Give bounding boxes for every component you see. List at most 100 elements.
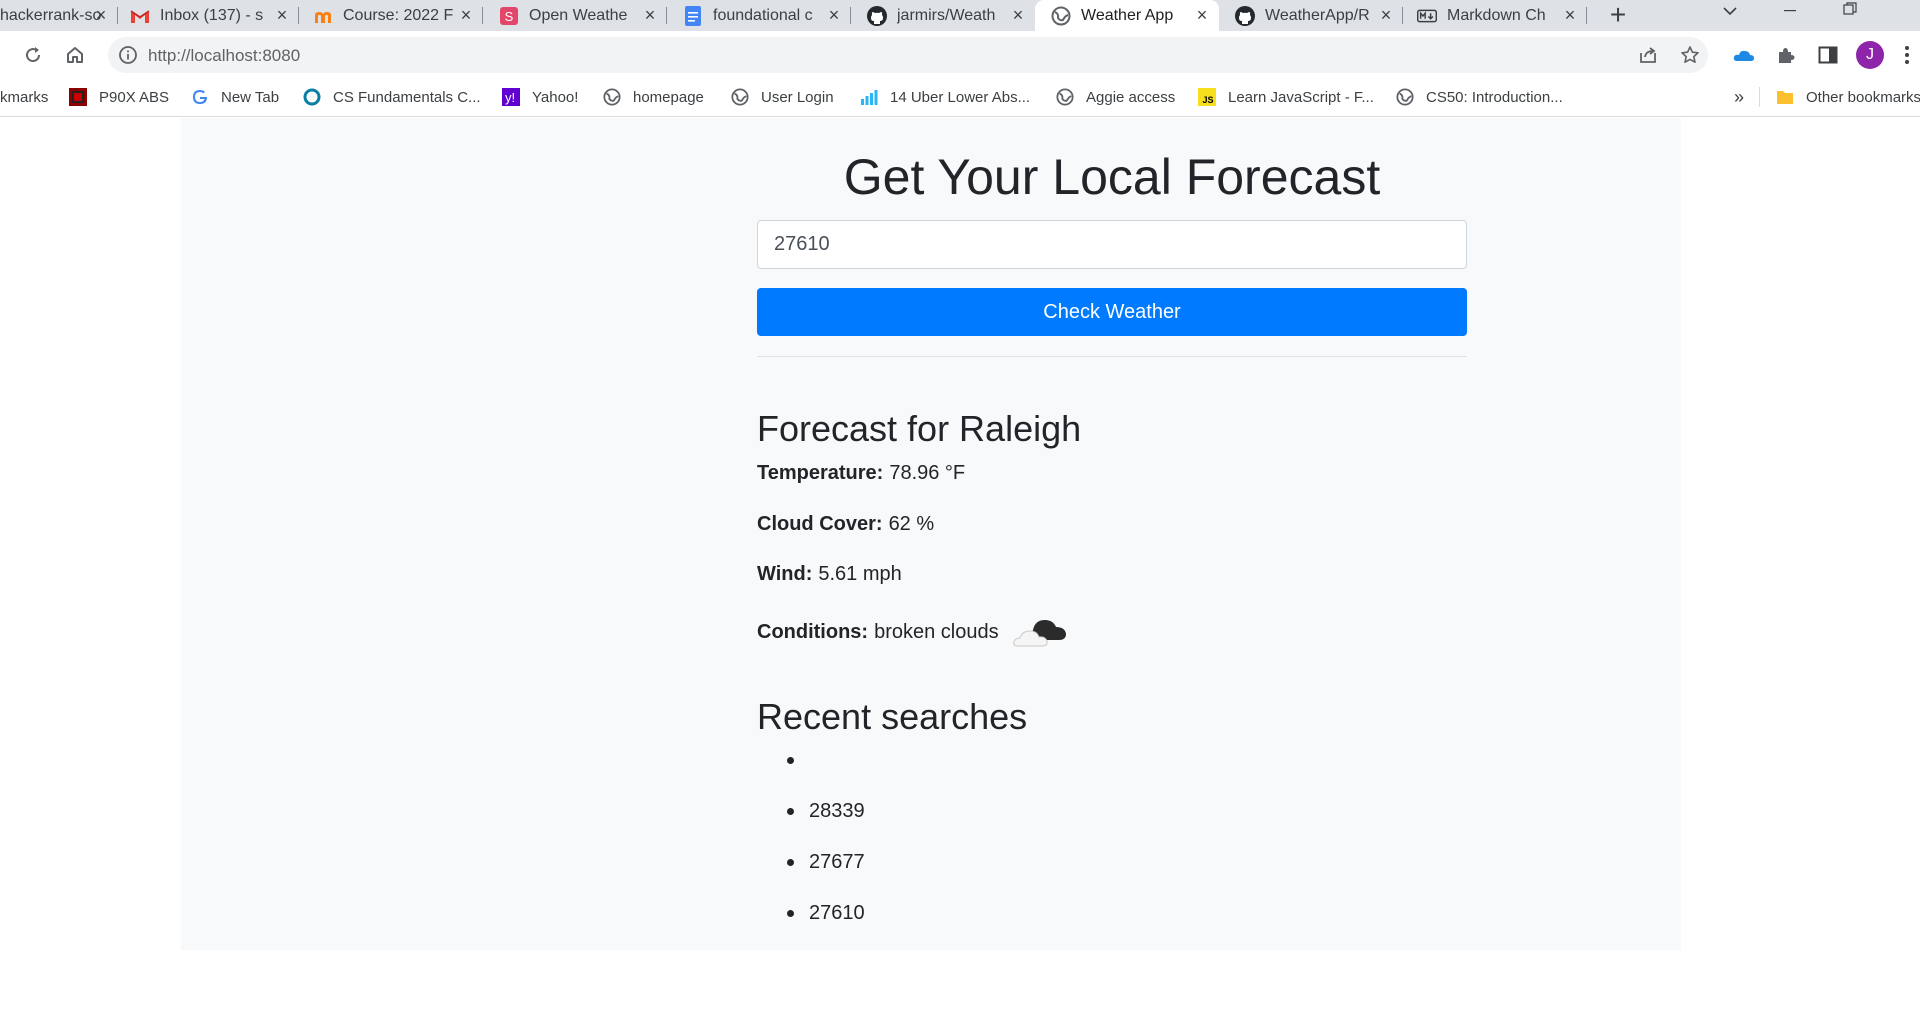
bookmark-learn-javascript[interactable]: JS Learn JavaScript - F... — [1198, 78, 1374, 116]
share-icon[interactable] — [1633, 40, 1663, 70]
bookmark-new-tab[interactable]: New Tab — [191, 78, 279, 116]
tab-close-icon[interactable]: × — [641, 6, 659, 24]
forecast-heading: Forecast for Raleigh — [757, 408, 1082, 449]
bookmark-label: Aggie access — [1086, 88, 1176, 106]
bookmark-all[interactable]: kmarks — [0, 78, 48, 116]
profile-avatar[interactable]: J — [1856, 41, 1884, 69]
wind-value: 5.61 mph — [818, 563, 902, 585]
tab-weather-app[interactable]: Weather App × — [1035, 0, 1219, 31]
bookmark-label: CS Fundamentals C... — [333, 88, 481, 106]
globe-icon — [1051, 6, 1071, 26]
yahoo-icon: y! — [502, 88, 520, 106]
temperature-value: 78.96 °F — [889, 462, 966, 484]
tab-github-jarmirs[interactable]: jarmirs/Weath × — [851, 0, 1035, 31]
tab-search-chevron-icon[interactable] — [1710, 0, 1750, 31]
bars-icon — [860, 88, 878, 106]
globe-icon — [603, 88, 621, 106]
other-bookmarks[interactable]: Other bookmarks — [1776, 78, 1920, 116]
folder-icon — [1776, 88, 1794, 106]
globe-icon — [1396, 88, 1414, 106]
bookmark-label: P90X ABS — [99, 88, 170, 106]
tab-close-icon[interactable]: × — [273, 6, 291, 24]
temperature-row: Temperature: 78.96 °F — [757, 462, 965, 485]
bookmark-aggie-access[interactable]: Aggie access — [1056, 78, 1175, 116]
circle-icon — [303, 88, 321, 106]
tab-separator — [1586, 7, 1587, 24]
app-container: Get Your Local Forecast Check Weather Fo… — [181, 118, 1681, 950]
url-text[interactable]: http://localhost:8080 — [148, 46, 300, 66]
tab-gmail[interactable]: Inbox (137) - s × — [118, 0, 299, 31]
tab-close-icon[interactable]: × — [1377, 6, 1395, 24]
bookmark-user-login[interactable]: User Login — [731, 78, 834, 116]
tab-close-icon[interactable]: × — [1009, 6, 1027, 24]
tab-openweather[interactable]: S Open Weathe × — [483, 0, 667, 31]
wind-label: Wind: — [757, 563, 813, 585]
onedrive-icon[interactable] — [1729, 40, 1759, 70]
tab-close-icon[interactable]: × — [825, 6, 843, 24]
page-viewport: Get Your Local Forecast Check Weather Fo… — [0, 118, 1920, 1020]
svg-text:S: S — [505, 9, 514, 24]
tab-strip: hackerrank-so × Inbox (137) - s × Course… — [0, 0, 1920, 31]
menu-kebab-icon[interactable] — [1897, 40, 1917, 70]
list-item[interactable]: 27610 — [757, 899, 865, 950]
bookmark-label: 14 Uber Lower Abs... — [890, 88, 1031, 106]
zip-code-input[interactable] — [757, 220, 1467, 269]
recent-searches-heading: Recent searches — [757, 696, 1028, 737]
bookmark-label: User Login — [761, 88, 834, 106]
tab-close-icon[interactable]: × — [1193, 6, 1211, 24]
gmail-icon — [130, 6, 150, 26]
more-bookmarks-chevron-icon[interactable]: » — [1734, 78, 1744, 116]
tab-github-weatherapp[interactable]: WeatherApp/R × — [1219, 0, 1403, 31]
new-tab-plus-icon[interactable]: + — [1603, 0, 1633, 31]
markdown-icon — [1417, 6, 1437, 26]
tab-course[interactable]: Course: 2022 F × — [299, 0, 483, 31]
bookmark-homepage[interactable]: homepage — [603, 78, 704, 116]
site-info-icon[interactable] — [118, 45, 138, 65]
bookmark-cs50[interactable]: CS50: Introduction... — [1396, 78, 1563, 116]
list-item[interactable]: 27677 — [757, 848, 865, 899]
cloud-cover-row: Cloud Cover: 62 % — [757, 513, 934, 536]
bookmark-label: Yahoo! — [532, 88, 579, 106]
tab-close-icon[interactable]: × — [1561, 6, 1579, 24]
bookmark-label: kmarks — [0, 88, 49, 106]
bookmark-label: homepage — [633, 88, 704, 106]
bookmark-label: New Tab — [221, 88, 280, 106]
moodle-icon — [313, 6, 333, 26]
check-weather-button[interactable]: Check Weather — [757, 288, 1467, 336]
bookmark-star-icon[interactable] — [1675, 40, 1705, 70]
bookmarks-divider — [1759, 87, 1760, 107]
bookmark-p90x[interactable]: P90X ABS — [69, 78, 169, 116]
js-icon: JS — [1198, 88, 1216, 106]
reload-icon[interactable] — [18, 40, 48, 70]
s-favicon: S — [499, 6, 519, 26]
tab-close-icon[interactable]: × — [457, 6, 475, 24]
bookmark-label: CS50: Introduction... — [1426, 88, 1563, 106]
wind-row: Wind: 5.61 mph — [757, 563, 902, 586]
tab-hackerrank[interactable]: hackerrank-so × — [0, 0, 118, 31]
github-icon — [867, 5, 887, 26]
google-icon — [191, 88, 209, 106]
tab-close-icon[interactable]: × — [92, 6, 110, 24]
svg-text:JS: JS — [1202, 95, 1213, 105]
globe-icon — [731, 88, 749, 106]
list-item[interactable] — [757, 746, 865, 797]
side-panel-icon[interactable] — [1813, 40, 1843, 70]
bookmark-label: Learn JavaScript - F... — [1228, 88, 1374, 106]
extensions-puzzle-icon[interactable] — [1771, 40, 1801, 70]
address-bar[interactable]: http://localhost:8080 — [108, 37, 1708, 73]
bookmark-yahoo[interactable]: y! Yahoo! — [502, 78, 578, 116]
bookmark-cs-fundamentals[interactable]: CS Fundamentals C... — [303, 78, 481, 116]
minimize-icon[interactable] — [1770, 0, 1810, 31]
browser-toolbar: http://localhost:8080 J — [0, 31, 1920, 78]
bookmark-uber-abs[interactable]: 14 Uber Lower Abs... — [860, 78, 1030, 116]
tab-markdown[interactable]: Markdown Ch × — [1403, 0, 1587, 31]
temperature-label: Temperature: — [757, 462, 884, 484]
tab-foundational[interactable]: foundational c × — [667, 0, 851, 31]
divider — [757, 356, 1467, 357]
restore-icon[interactable] — [1830, 0, 1870, 31]
home-icon[interactable] — [60, 40, 90, 70]
github-icon — [1235, 5, 1255, 26]
conditions-label: Conditions: — [757, 620, 869, 643]
list-item[interactable]: 28339 — [757, 797, 865, 848]
cloud-cover-value: 62 % — [888, 513, 935, 535]
